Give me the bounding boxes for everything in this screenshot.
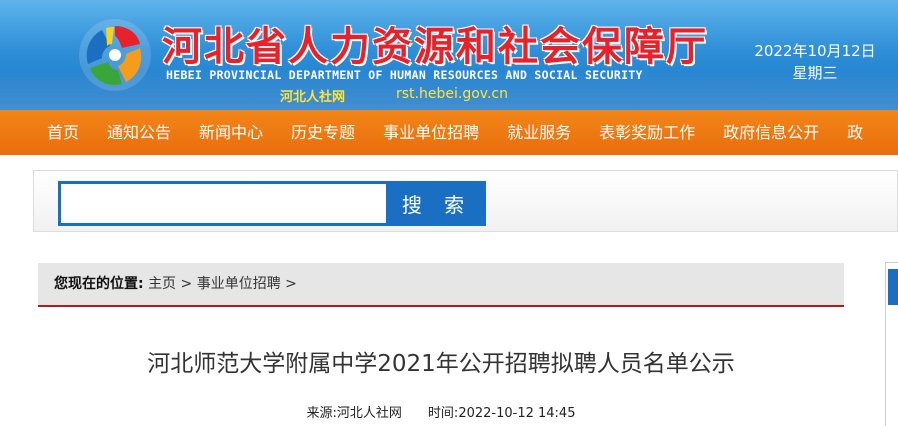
sidebar-tab[interactable]: [888, 269, 898, 305]
nav-item-notices[interactable]: 通知公告: [93, 110, 185, 155]
weekday-text: 星期三: [792, 64, 838, 82]
current-date: 2022年10月12日 星期三: [745, 40, 885, 84]
site-short-name: 河北人社网: [280, 90, 346, 105]
nav-item-awards[interactable]: 表彰奖励工作: [585, 110, 709, 155]
nav-item-more[interactable]: 政: [833, 110, 877, 155]
site-url: rst.hebei.gov.cn: [396, 86, 508, 102]
time-label: 时间:: [427, 406, 459, 421]
article-time: 2022-10-12 14:45: [458, 406, 576, 421]
breadcrumb-recruitment[interactable]: 事业单位招聘: [197, 276, 281, 292]
article-source: 河北人社网: [336, 406, 402, 421]
right-sidebar: [885, 262, 898, 426]
site-header: 河北省人力资源和社会保障厅 HEBEI PROVINCIAL DEPARTMEN…: [0, 0, 898, 110]
nav-item-recruitment[interactable]: 事业单位招聘: [369, 110, 493, 155]
article-title: 河北师范大学附属中学2021年公开招聘拟聘人员名单公示: [147, 351, 735, 377]
search-button[interactable]: 搜 索: [386, 181, 486, 226]
breadcrumb-separator: >: [180, 276, 193, 292]
nav-item-history[interactable]: 历史专题: [277, 110, 369, 155]
breadcrumb-separator: >: [285, 276, 297, 292]
breadcrumb-home[interactable]: 主页: [148, 276, 176, 292]
article-meta: 来源:河北人社网 时间:2022-10-12 14:45: [38, 402, 844, 421]
breadcrumb-label: 您现在的位置:: [54, 276, 144, 292]
date-text: 2022年10月12日: [754, 42, 876, 60]
nav-item-employment[interactable]: 就业服务: [493, 110, 585, 155]
nav-item-gov-info[interactable]: 政府信息公开: [709, 110, 833, 155]
pinwheel-logo-icon[interactable]: [78, 18, 152, 92]
nav-item-news[interactable]: 新闻中心: [185, 110, 277, 155]
breadcrumb: 您现在的位置: 主页 > 事业单位招聘 >: [38, 263, 844, 307]
site-title: 河北省人力资源和社会保障厅: [162, 23, 708, 70]
source-label: 来源:: [306, 406, 337, 421]
site-subtitle: HEBEI PROVINCIAL DEPARTMENT OF HUMAN RES…: [166, 68, 643, 82]
search-input[interactable]: [58, 181, 386, 226]
main-nav: 首页 通知公告 新闻中心 历史专题 事业单位招聘 就业服务 表彰奖励工作 政府信…: [0, 110, 898, 155]
nav-item-home[interactable]: 首页: [33, 110, 93, 155]
nav-list: 首页 通知公告 新闻中心 历史专题 事业单位招聘 就业服务 表彰奖励工作 政府信…: [33, 110, 877, 155]
